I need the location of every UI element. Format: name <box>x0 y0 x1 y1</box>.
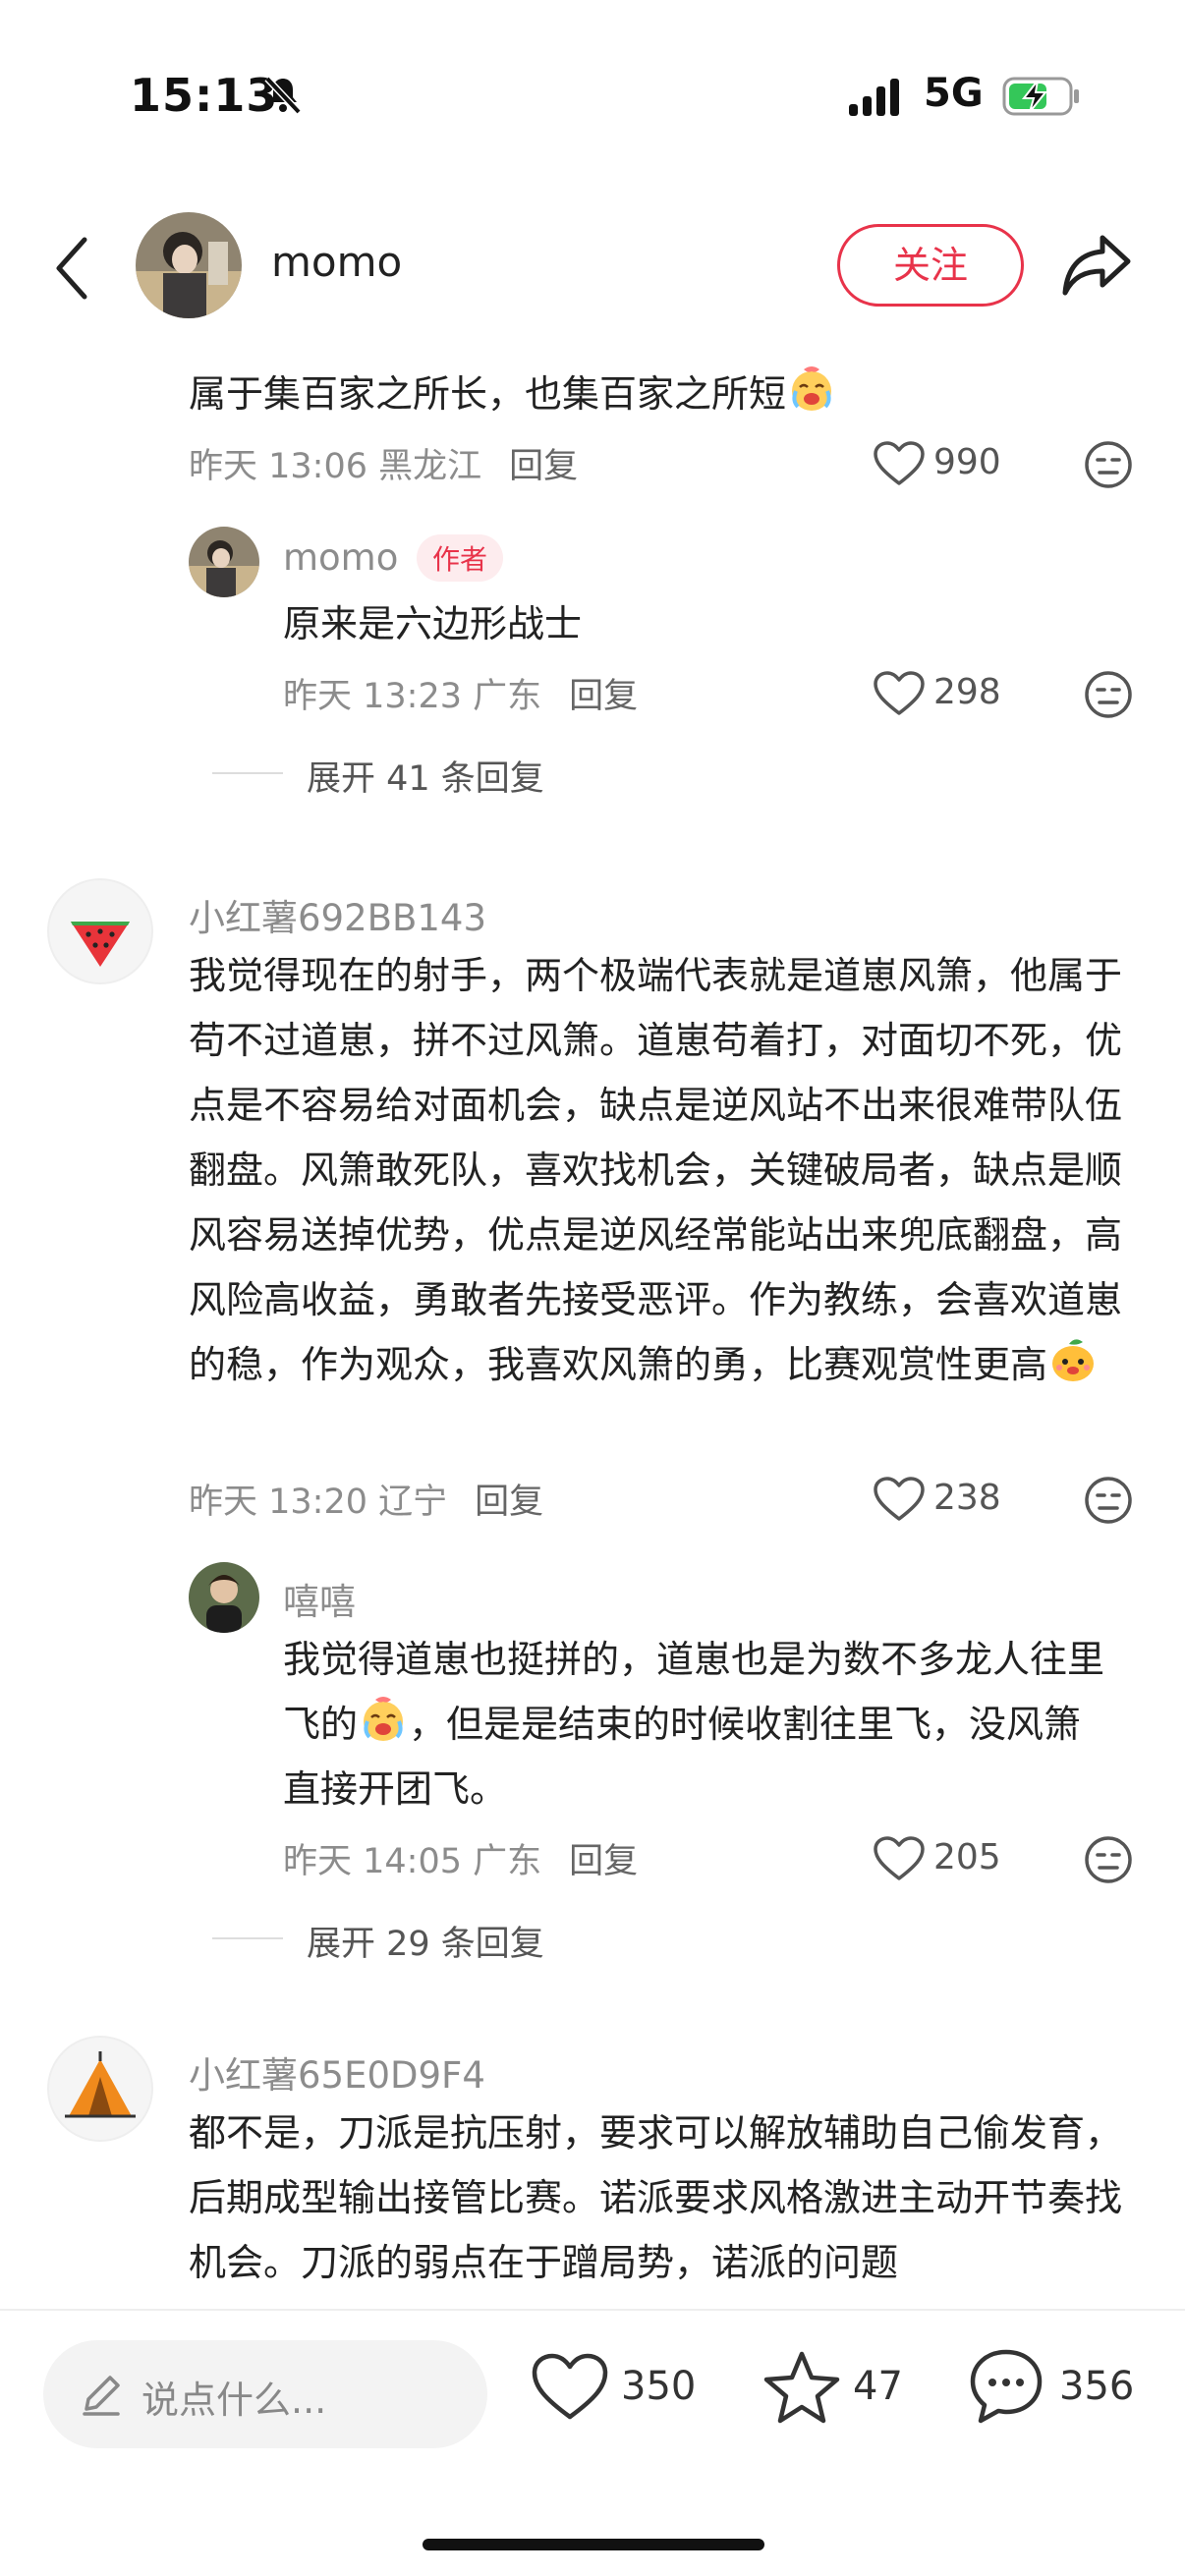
share-arrow-icon[interactable] <box>1059 232 1134 299</box>
note-header: momo 关注 <box>0 196 1185 334</box>
home-indicator[interactable] <box>423 2539 764 2550</box>
reply-text: 我觉得道崽也挺拼的，道崽也是为数不多龙人往里飞的 ，但是是结束的时候收割往里飞，没… <box>283 1638 1105 1811</box>
comment-placeholder: 说点什么... <box>141 2379 327 2422</box>
heart-icon[interactable] <box>531 2352 609 2423</box>
comment-text: 我觉得现在的射手，两个极端代表就是道崽风箫，他属于苟不过道崽，拼不过风箫。道崽苟… <box>189 954 1123 1386</box>
comment-nickname[interactable]: 小红薯692BB143 <box>189 888 486 941</box>
crying-emoji-icon <box>792 366 832 411</box>
unimpressed-face-icon[interactable] <box>1083 1834 1134 1885</box>
comment-text: 都不是，刀派是抗压射，要求可以解放辅助自己偷发育，后期成型输出接管比赛。诺派要求… <box>189 2111 1123 2284</box>
author-name[interactable]: momo <box>271 238 402 286</box>
favorite-total: 47 <box>853 2364 903 2409</box>
expand-replies-button[interactable]: 展开 41 条回复 <box>307 751 544 801</box>
avatar[interactable] <box>47 878 153 984</box>
network-label: 5G <box>924 71 984 116</box>
avatar[interactable] <box>189 1562 259 1633</box>
signal-bars-icon <box>849 79 899 116</box>
avatar[interactable] <box>47 2036 153 2142</box>
reply-button[interactable]: 回复 <box>509 447 578 486</box>
heart-icon[interactable] <box>873 1476 926 1523</box>
author-tag: 作者 <box>417 534 504 582</box>
heart-icon[interactable] <box>873 670 926 717</box>
mango-emoji-icon <box>1052 1339 1095 1381</box>
reply-text: 原来是六边形战士 <box>283 602 583 645</box>
comment-bubble-icon[interactable] <box>969 2348 1044 2427</box>
status-bar: 15:13 5G <box>0 0 1185 196</box>
expand-replies-button[interactable]: 展开 29 条回复 <box>307 1916 544 1966</box>
pencil-icon <box>83 2376 120 2416</box>
reply-nickname[interactable]: momo <box>283 536 398 579</box>
heart-icon[interactable] <box>873 440 926 487</box>
reply-button[interactable]: 回复 <box>475 1483 543 1522</box>
chevron-left-icon[interactable] <box>49 234 94 303</box>
comment-nickname[interactable]: 小红薯65E0D9F4 <box>189 2045 485 2099</box>
reply-button[interactable]: 回复 <box>569 1842 638 1881</box>
comment-total: 356 <box>1059 2364 1135 2409</box>
reply-button[interactable]: 回复 <box>569 677 638 716</box>
comment-input[interactable]: 说点什么... <box>43 2340 487 2448</box>
like-total: 350 <box>621 2364 697 2409</box>
reply-meta: 昨天 14:05 广东 回复 <box>283 1842 639 1881</box>
star-icon[interactable] <box>762 2350 841 2425</box>
reply-meta: 昨天 13:23 广东 回复 <box>283 677 639 716</box>
bottom-action-bar: 说点什么... 350 47 356 <box>0 2309 1185 2576</box>
divider <box>212 1937 283 1939</box>
comment-meta: 昨天 13:20 辽宁 回复 <box>189 1483 544 1522</box>
reply-nickname[interactable]: 嘻嘻 <box>283 1572 356 1625</box>
heart-icon[interactable] <box>873 1835 926 1882</box>
like-count: 990 <box>933 442 1001 482</box>
unimpressed-face-icon[interactable] <box>1083 439 1134 490</box>
follow-button[interactable]: 关注 <box>837 224 1024 307</box>
like-count: 298 <box>933 672 1001 712</box>
status-time: 15:13 <box>130 69 279 122</box>
comment-meta: 昨天 13:06 黑龙江 回复 <box>189 447 579 486</box>
like-count: 238 <box>933 1478 1001 1518</box>
unimpressed-face-icon[interactable] <box>1083 669 1134 720</box>
author-avatar[interactable] <box>136 212 242 318</box>
divider <box>212 772 283 774</box>
unimpressed-face-icon[interactable] <box>1083 1475 1134 1526</box>
battery-charging-icon <box>1002 77 1079 116</box>
bell-slash-icon <box>264 76 302 115</box>
like-count: 205 <box>933 1837 1001 1877</box>
crying-emoji-icon <box>364 1697 404 1741</box>
comment-text: 属于集百家之所长，也集百家之所短 <box>189 362 1034 426</box>
avatar[interactable] <box>189 527 259 597</box>
